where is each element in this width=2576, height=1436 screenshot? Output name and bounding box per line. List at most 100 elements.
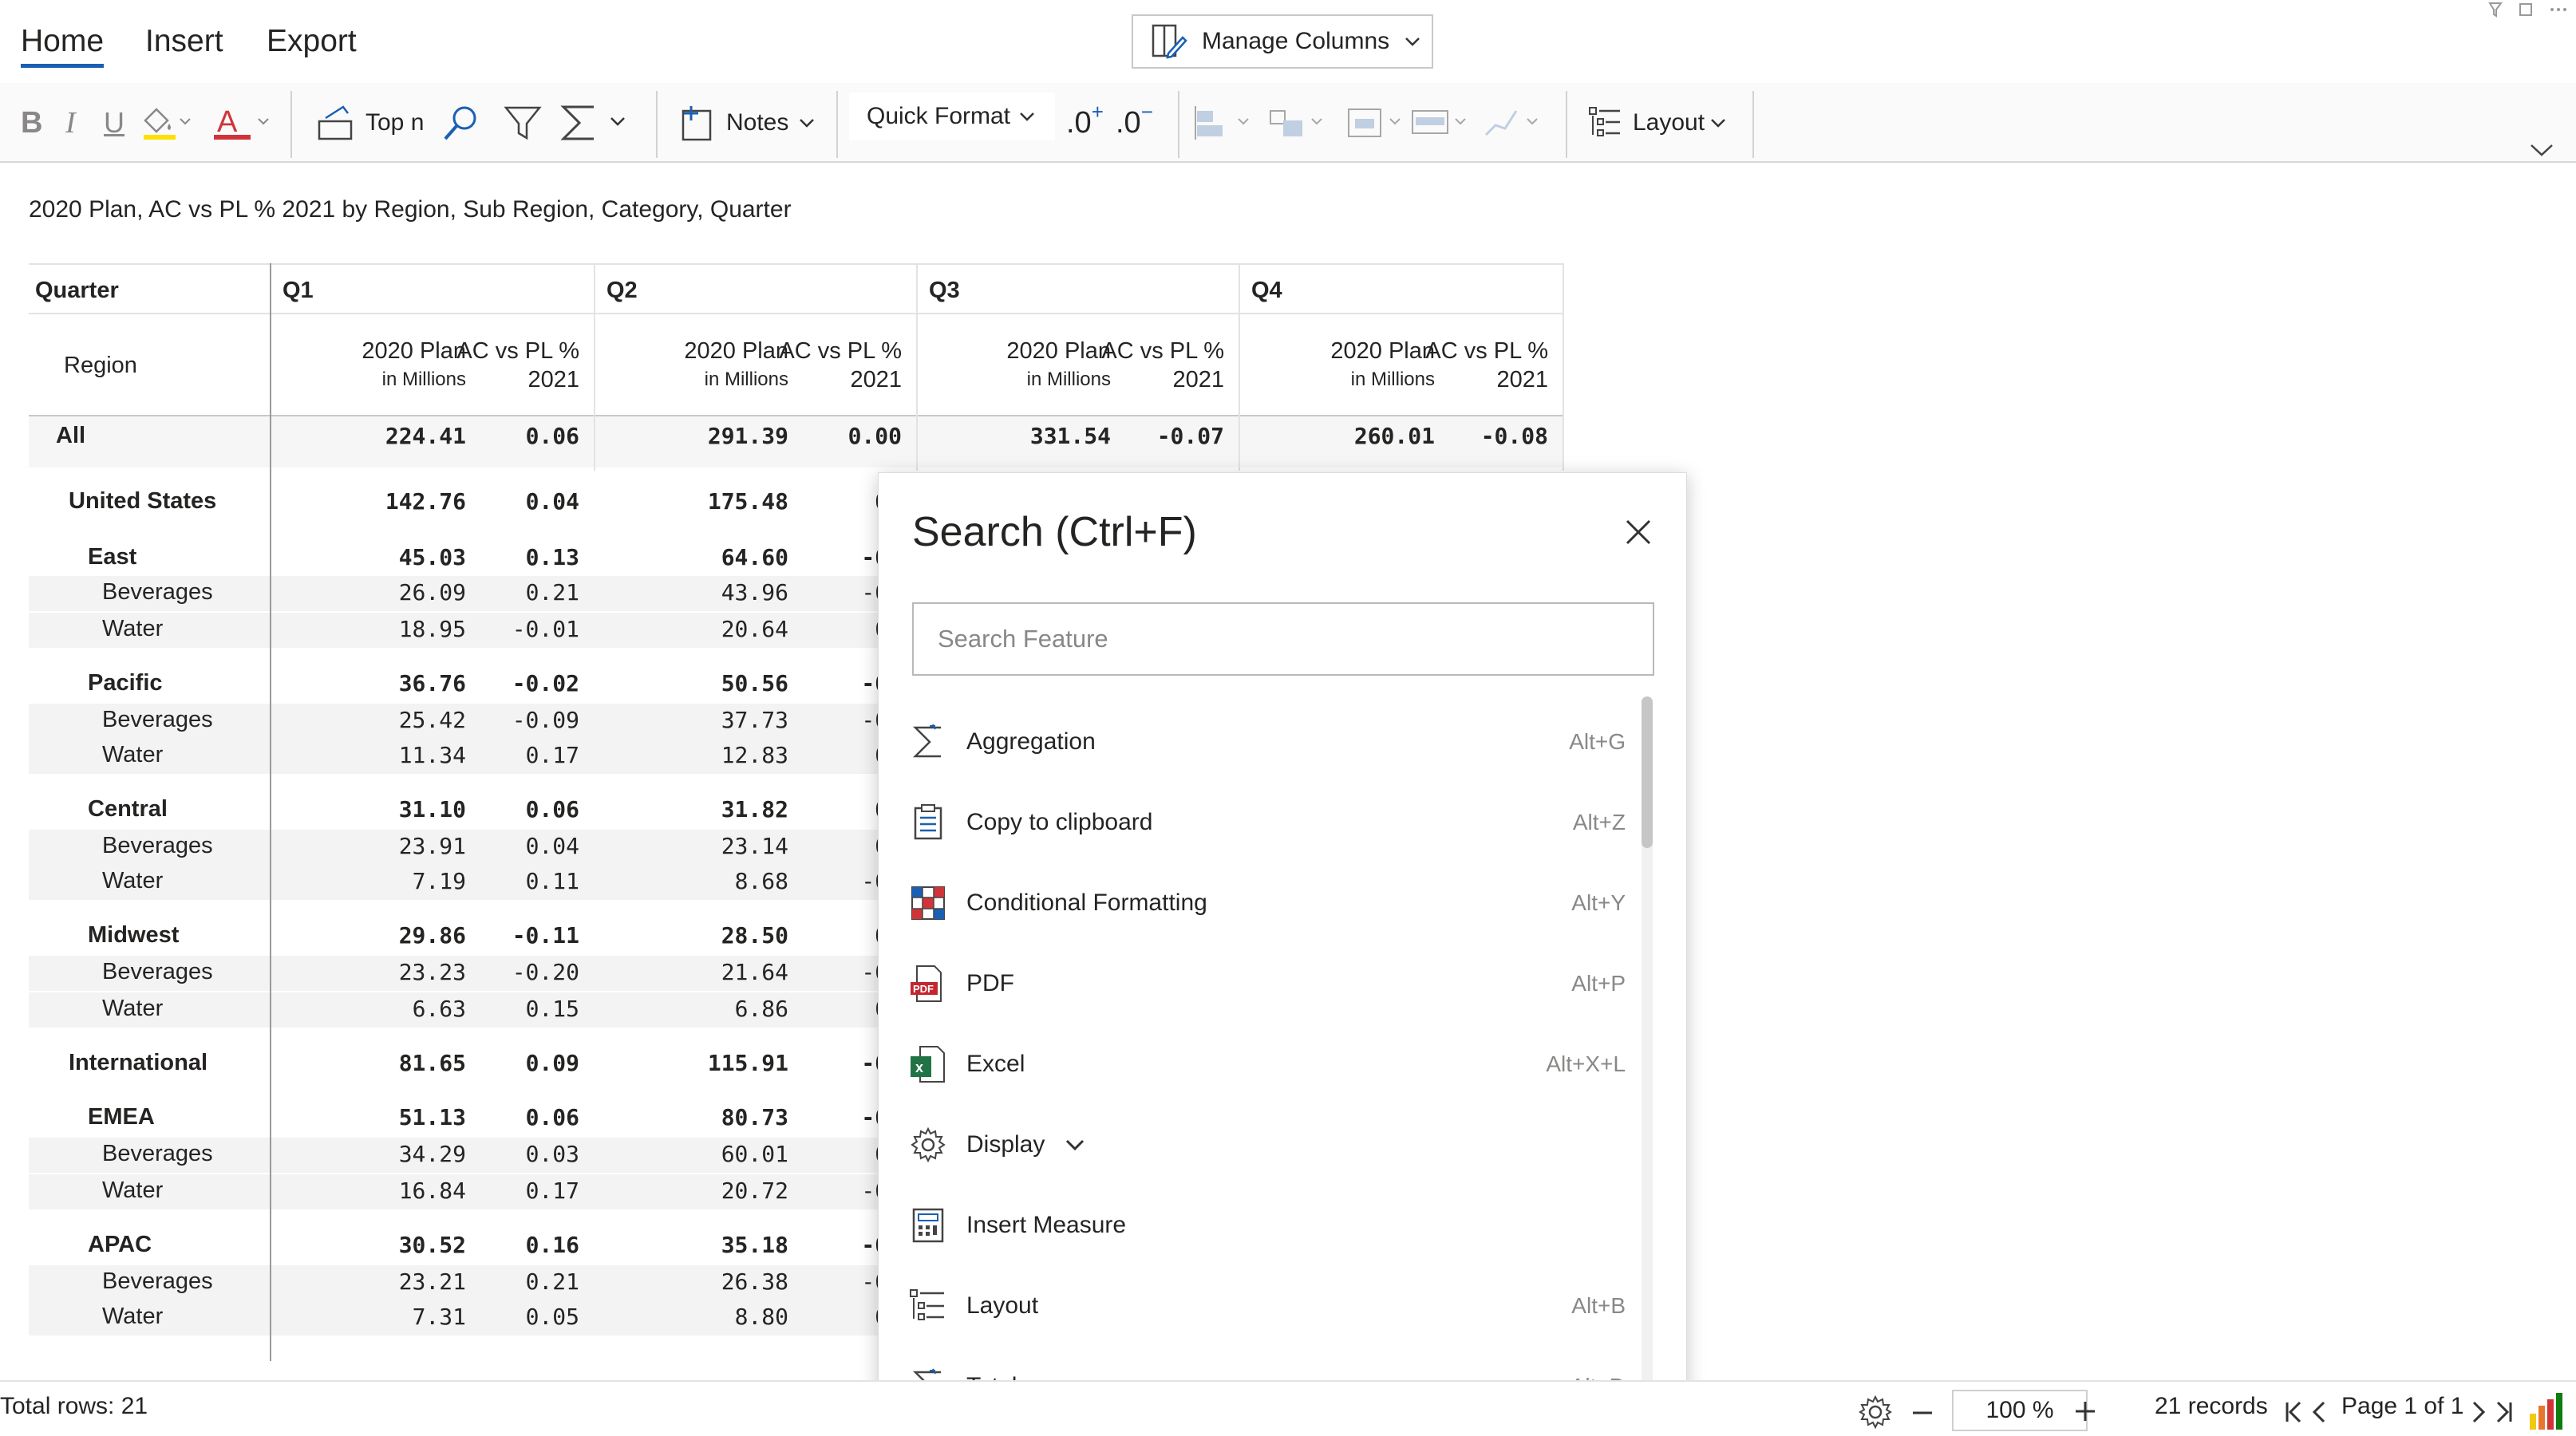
fill-color-icon — [144, 108, 191, 140]
first-prev-page-icons[interactable] — [2284, 1399, 2340, 1425]
search-feature-input[interactable] — [912, 602, 1654, 676]
toolbar-divider — [656, 91, 658, 158]
search-result-item[interactable]: Layout Alt+B — [907, 1270, 1626, 1342]
zoom-out-icon[interactable] — [1910, 1401, 1934, 1425]
search-button[interactable] — [441, 83, 482, 163]
row-label[interactable]: EMEA — [88, 1104, 155, 1130]
decrease-decimal-button[interactable]: .0− — [1116, 83, 1153, 163]
row-label[interactable]: Central — [88, 796, 168, 823]
row-label[interactable]: Pacific — [88, 670, 163, 696]
gear-icon[interactable] — [1858, 1395, 1893, 1430]
row-label[interactable]: Midwest — [88, 922, 179, 949]
row-label[interactable]: Beverages — [102, 959, 213, 985]
measure-ac-year: 2021 — [1172, 367, 1224, 393]
search-result-item[interactable]: Copy to clipboard Alt+Z — [907, 787, 1626, 858]
increase-decimal-button[interactable]: .0 + — [1066, 83, 1104, 163]
table-cell: 0.04 — [525, 488, 579, 515]
top-n-button[interactable]: Top n — [316, 83, 424, 163]
collapse-ribbon-icon[interactable] — [2528, 140, 2555, 160]
toolbar-divider — [1566, 91, 1567, 158]
zoom-in-icon[interactable] — [2073, 1399, 2097, 1423]
search-result-item[interactable]: PDF PDF Alt+P — [907, 948, 1626, 1020]
region-header[interactable]: Region — [64, 353, 137, 379]
table-cell: 0.00 — [847, 423, 902, 449]
row-label[interactable]: APAC — [88, 1232, 152, 1258]
layout-button[interactable]: Layout — [1588, 83, 1729, 163]
row-label[interactable]: Water — [102, 996, 163, 1022]
font-color-icon: A — [214, 105, 269, 140]
measure-header-ac-vs-pl[interactable]: AC vs PL % 2021 — [710, 337, 902, 394]
bold-button[interactable]: B — [21, 83, 42, 163]
table-border — [1563, 263, 1564, 471]
manage-columns-button[interactable]: Manage Columns — [1132, 14, 1433, 69]
fill-color-button[interactable] — [139, 83, 195, 163]
row-label[interactable]: International — [69, 1050, 207, 1076]
row-label[interactable]: Water — [102, 1178, 163, 1204]
conditional-formatting-icon — [907, 882, 949, 924]
chart-layout-button[interactable] — [1345, 83, 1411, 163]
filter-button[interactable] — [503, 83, 543, 163]
font-color-button[interactable]: A — [211, 83, 275, 163]
table-cell: -0.11 — [512, 922, 579, 949]
row-label[interactable]: Beverages — [102, 833, 213, 859]
page-indicator: Page 1 of 1 — [2341, 1393, 2464, 1419]
row-label[interactable]: Water — [102, 742, 163, 768]
quick-format-button[interactable]: Quick Format — [849, 93, 1055, 140]
layout-icon — [907, 1285, 949, 1327]
row-label[interactable]: Water — [102, 1304, 163, 1330]
search-result-item[interactable]: Conditional Formatting Alt+Y — [907, 867, 1626, 939]
measure-ac-year: 2021 — [1496, 367, 1548, 393]
notes-button[interactable]: Notes — [680, 83, 817, 163]
window-controls-icons[interactable] — [2483, 0, 2571, 19]
table-cell: 0.03 — [525, 1141, 579, 1167]
row-label[interactable]: Beverages — [102, 579, 213, 606]
chevron-down-icon — [1020, 112, 1034, 121]
chevron-down-icon[interactable] — [1062, 1132, 1088, 1158]
distribute-button[interactable] — [1266, 83, 1331, 163]
row-label[interactable]: Water — [102, 868, 163, 894]
ribbon-tabs: Home Insert Export Manage Columns — [0, 0, 2576, 80]
measure-header-ac-vs-pl[interactable]: AC vs PL % 2021 — [388, 337, 579, 394]
status-bar: Total rows: 21 100 % 21 records Page 1 o… — [0, 1380, 2576, 1436]
search-result-name: PDF — [966, 970, 1014, 996]
row-label[interactable]: East — [88, 544, 136, 570]
chevron-down-icon — [800, 119, 815, 128]
row-label[interactable]: Beverages — [102, 1141, 213, 1167]
tab-insert[interactable]: Insert — [145, 24, 223, 59]
filter-icon — [504, 106, 542, 140]
bar-style-button[interactable] — [1409, 83, 1475, 163]
scrollbar-thumb[interactable] — [1642, 696, 1653, 848]
report-title: 2020 Plan, AC vs PL % 2021 by Region, Su… — [29, 196, 792, 223]
zoom-level[interactable]: 100 % — [1952, 1390, 2088, 1431]
row-label[interactable]: All — [56, 423, 85, 449]
next-last-page-icons[interactable] — [2469, 1399, 2525, 1425]
table-cell: 0.06 — [525, 796, 579, 823]
search-result-item[interactable]: x Excel Alt+X+L — [907, 1028, 1626, 1100]
tab-home[interactable]: Home — [21, 24, 105, 68]
search-result-item[interactable]: Aggregation Alt+G — [907, 706, 1626, 778]
quarter-header[interactable]: Quarter — [35, 278, 119, 304]
row-label[interactable]: United States — [69, 488, 216, 515]
quarter-q4-header[interactable]: Q4 — [1251, 278, 1282, 304]
italic-button[interactable]: I — [65, 83, 76, 163]
tab-export[interactable]: Export — [267, 24, 357, 59]
underline-button[interactable]: U — [104, 83, 124, 163]
search-result-shortcut: Alt+P — [1571, 971, 1626, 996]
row-label[interactable]: Water — [102, 616, 163, 642]
close-icon[interactable] — [1621, 515, 1656, 550]
row-label[interactable]: Beverages — [102, 1268, 213, 1295]
measure-header-ac-vs-pl[interactable]: AC vs PL % 2021 — [1357, 337, 1548, 394]
search-result-item[interactable]: Insert Measure — [907, 1189, 1626, 1261]
aggregation-button[interactable] — [559, 83, 632, 163]
measure-header-ac-vs-pl[interactable]: AC vs PL % 2021 — [1033, 337, 1224, 394]
quarter-q1-header[interactable]: Q1 — [282, 278, 314, 304]
quarter-q3-header[interactable]: Q3 — [929, 278, 960, 304]
row-label[interactable]: Beverages — [102, 707, 213, 733]
quarter-q2-header[interactable]: Q2 — [606, 278, 638, 304]
sigma-icon — [907, 721, 949, 763]
search-result-name: Conditional Formatting — [966, 890, 1207, 916]
align-button[interactable] — [1192, 83, 1258, 163]
bar-style-icon — [1412, 110, 1466, 134]
line-style-button[interactable] — [1481, 83, 1547, 163]
search-result-item[interactable]: Display — [907, 1109, 1626, 1181]
